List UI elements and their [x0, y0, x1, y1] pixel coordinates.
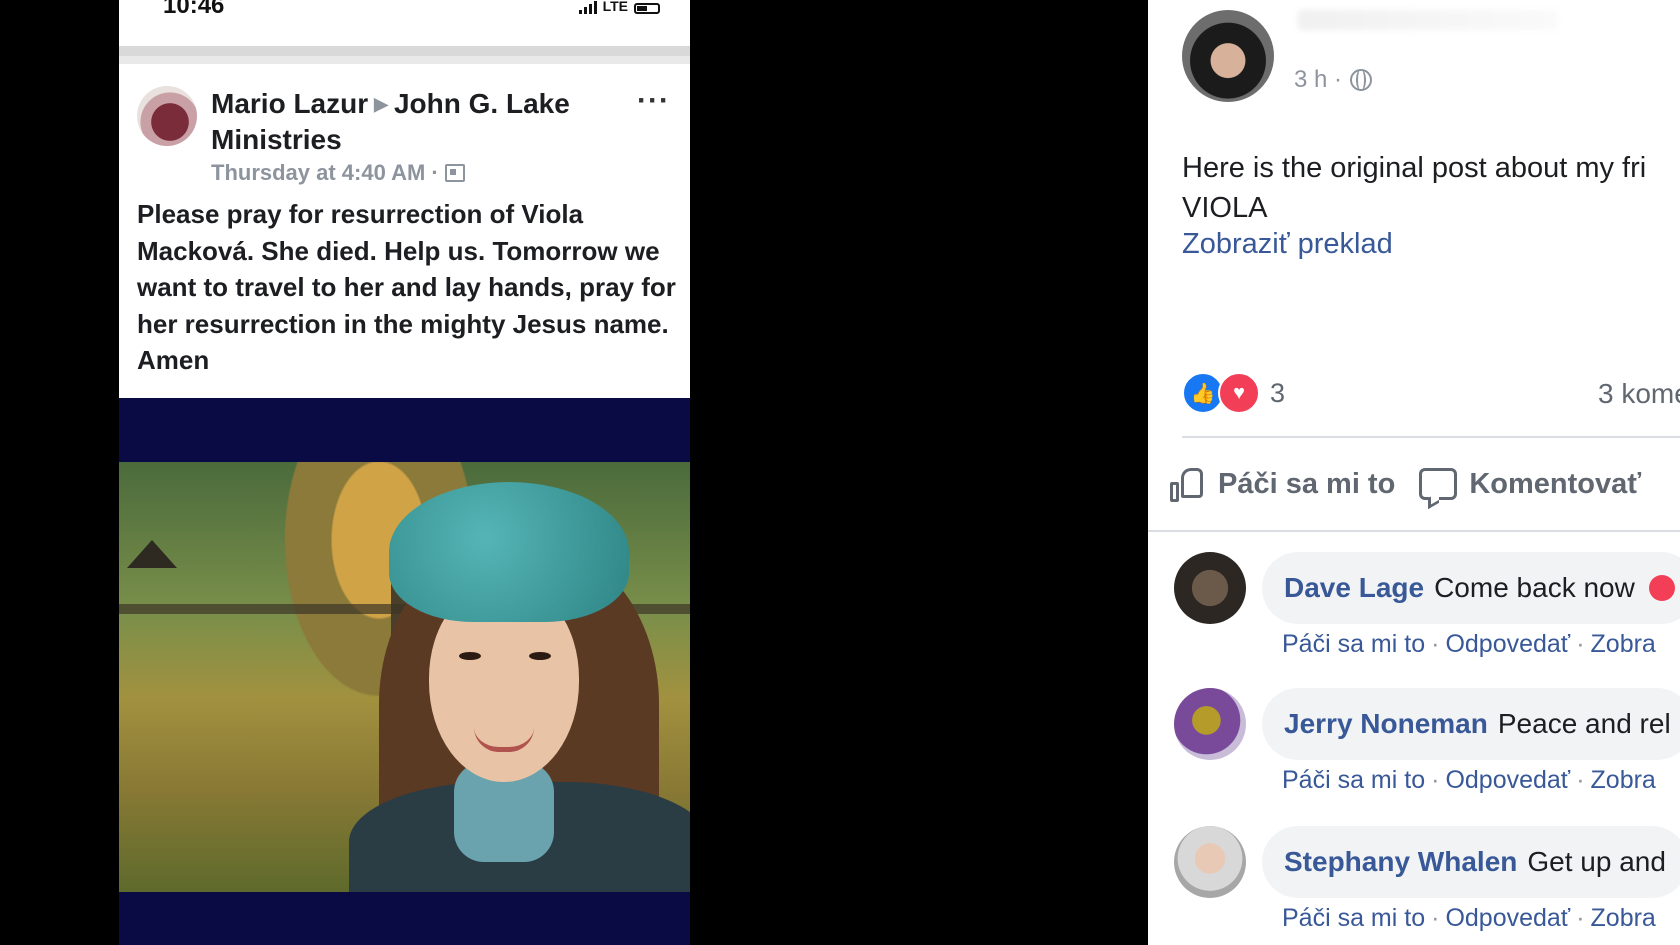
phone-screenshot: 10:46 LTE Mario Lazur ▶ John G. Lake Minis…	[119, 0, 690, 945]
globe-icon	[1350, 69, 1373, 91]
translate-link[interactable]: Zobraziť preklad	[1182, 228, 1393, 261]
post-body-line: VIOLA	[1182, 192, 1268, 224]
like-button[interactable]: Páči sa mi to	[1170, 466, 1395, 502]
comment-item: Stephany Whalen Get up and Páči sa mi to…	[1174, 826, 1680, 936]
commenter-name[interactable]: Jerry Noneman	[1284, 708, 1488, 740]
comment-item: Dave Lage Come back now Páči sa mi to · Od…	[1174, 552, 1680, 662]
comment-like-link[interactable]: Páči sa mi to	[1282, 766, 1425, 794]
comment-more-link[interactable]: Zobra	[1591, 766, 1656, 794]
heart-reaction-icon	[1648, 575, 1675, 601]
post-text: Please pray for resurrection of Viola Ma…	[137, 199, 676, 375]
signal-icon	[578, 0, 597, 14]
post-actions: Páči sa mi to Komentovať	[1170, 466, 1651, 502]
post-photo[interactable]	[119, 462, 690, 892]
comment-text: Get up and	[1527, 846, 1666, 877]
comment-bubble: Dave Lage Come back now	[1262, 552, 1680, 624]
comment-text: Come back now	[1434, 572, 1635, 603]
comment-reply-link[interactable]: Odpovedať	[1445, 904, 1570, 932]
arrow-right-icon: ▶	[374, 94, 388, 114]
post-time: 3 h ·	[1294, 66, 1373, 94]
poster-avatar[interactable]	[1182, 10, 1274, 102]
post-timestamp[interactable]: Thursday at 4:40 AM	[211, 160, 425, 186]
comment-button-label: Komentovať	[1469, 467, 1642, 500]
like-button-label: Páči sa mi to	[1218, 467, 1396, 500]
divider	[119, 46, 690, 64]
author-avatar[interactable]	[137, 86, 197, 146]
comment-icon	[1419, 468, 1458, 500]
audience-icon	[444, 164, 465, 182]
commenter-name[interactable]: Dave Lage	[1284, 572, 1424, 604]
facebook-post-panel: 3 h · Here is the original post about my…	[1148, 0, 1680, 945]
comment-actions: Páči sa mi to · Odpovedať · Zobra	[1282, 904, 1656, 932]
love-reaction-icon: ♥	[1218, 372, 1260, 414]
comment-actions: Páči sa mi to · Odpovedať · Zobra	[1282, 630, 1656, 658]
post-body-line: Here is the original post about my fri	[1182, 152, 1647, 184]
post-time-text[interactable]: 3 h ·	[1294, 66, 1342, 94]
battery-icon	[634, 3, 660, 14]
comment-button[interactable]: Komentovať	[1419, 468, 1641, 501]
status-time: 10:46	[163, 0, 225, 19]
comment-more-link[interactable]: Zobra	[1591, 630, 1656, 658]
comments-count[interactable]: 3 kome	[1598, 378, 1680, 410]
divider	[1148, 530, 1680, 532]
commenter-name[interactable]: Stephany Whalen	[1284, 846, 1517, 878]
comment-reply-link[interactable]: Odpovedať	[1445, 630, 1570, 658]
post-header: Mario Lazur ▶ John G. Lake Ministries	[211, 86, 611, 158]
divider	[1182, 436, 1680, 438]
post-meta: Thursday at 4:40 AM ·	[211, 160, 465, 186]
status-indicators: LTE	[578, 0, 660, 14]
blurred-name	[1298, 10, 1558, 30]
comment-item: Jerry Noneman Peace and rel Páči sa mi t…	[1174, 688, 1680, 798]
photo-person	[349, 482, 690, 892]
comment-like-link[interactable]: Páči sa mi to	[1282, 904, 1425, 932]
comment-like-link[interactable]: Páči sa mi to	[1282, 630, 1425, 658]
author-name[interactable]: Mario Lazur	[211, 88, 368, 119]
network-label: LTE	[602, 0, 628, 14]
comment-actions: Páči sa mi to · Odpovedať · Zobra	[1282, 766, 1656, 794]
comment-bubble: Stephany Whalen Get up and	[1262, 826, 1680, 898]
reaction-count: 3	[1270, 377, 1286, 408]
post-photo-frame	[119, 398, 690, 945]
comment-more-link[interactable]: Zobra	[1591, 904, 1656, 932]
status-bar: 10:46 LTE	[119, 0, 690, 46]
commenter-avatar[interactable]	[1174, 826, 1246, 898]
commenter-avatar[interactable]	[1174, 552, 1246, 624]
post-body: Here is the original post about my fri V…	[1182, 148, 1646, 228]
comment-reply-link[interactable]: Odpovedať	[1445, 766, 1570, 794]
thumbs-up-icon	[1170, 466, 1206, 502]
comment-bubble: Jerry Noneman Peace and rel	[1262, 688, 1680, 760]
reaction-summary[interactable]: 👍 ♥ 3	[1182, 372, 1285, 414]
comment-text: Peace and rel	[1497, 708, 1671, 739]
commenter-avatar[interactable]	[1174, 688, 1246, 760]
more-options-icon[interactable]: ···	[637, 84, 670, 118]
